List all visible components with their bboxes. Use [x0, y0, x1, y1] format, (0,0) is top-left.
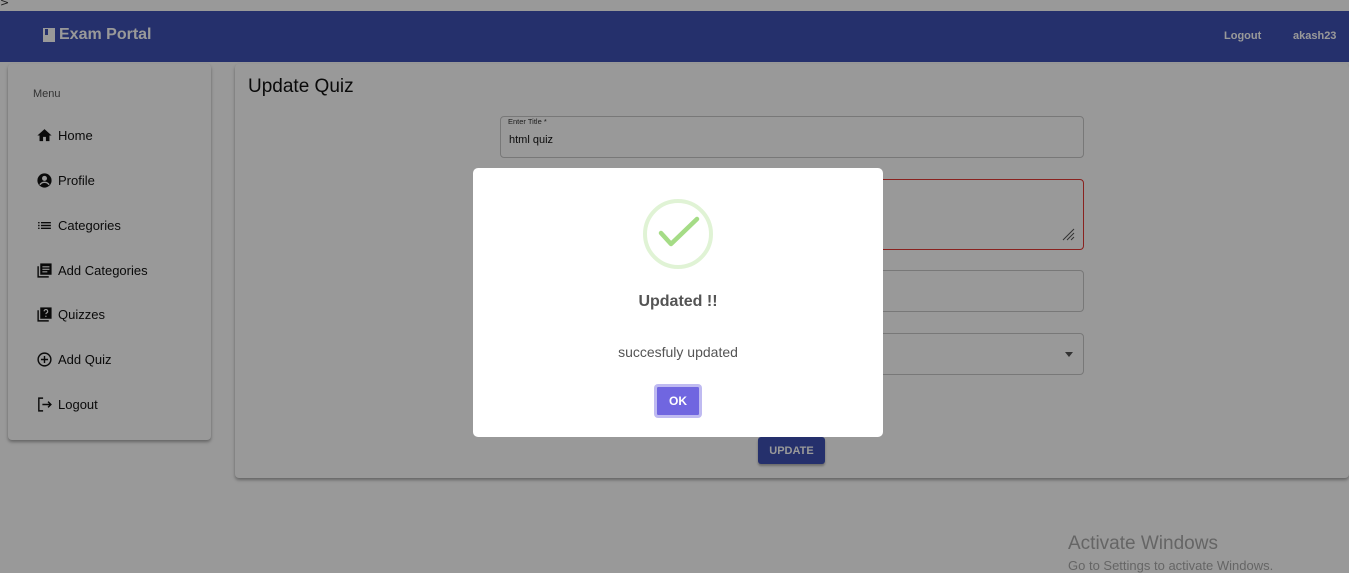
- ok-button[interactable]: OK: [654, 384, 702, 418]
- success-check-icon: [643, 199, 713, 269]
- success-dialog: Updated !! succesfuly updated OK: [473, 168, 883, 437]
- dialog-message: succesfuly updated: [618, 344, 738, 360]
- dialog-title: Updated !!: [638, 293, 718, 310]
